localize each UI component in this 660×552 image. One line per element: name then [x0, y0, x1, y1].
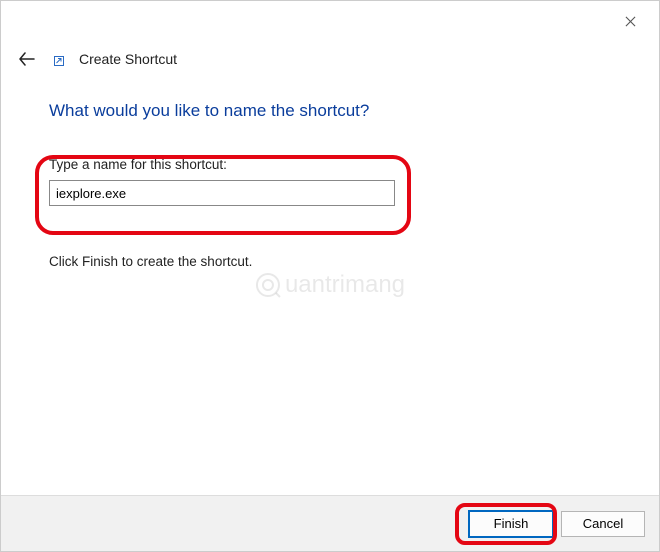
hint-text: Click Finish to create the shortcut.: [49, 254, 611, 269]
finish-button[interactable]: Finish: [469, 511, 553, 537]
shortcut-icon: [53, 55, 65, 67]
back-button[interactable]: [17, 49, 37, 69]
page-heading: What would you like to name the shortcut…: [49, 101, 611, 121]
watermark: uantrimang: [255, 271, 405, 299]
cancel-button[interactable]: Cancel: [561, 511, 645, 537]
close-button[interactable]: [615, 9, 645, 33]
content-area: What would you like to name the shortcut…: [49, 101, 611, 269]
close-icon: [625, 16, 636, 27]
watermark-text: uantrimang: [285, 271, 405, 299]
header: Create Shortcut: [17, 49, 177, 69]
window-title: Create Shortcut: [79, 51, 177, 67]
shortcut-name-input[interactable]: [49, 180, 395, 206]
back-arrow-icon: [19, 52, 35, 66]
name-label: Type a name for this shortcut:: [49, 157, 611, 172]
watermark-icon: [255, 272, 281, 298]
footer: Finish Cancel: [1, 495, 659, 551]
